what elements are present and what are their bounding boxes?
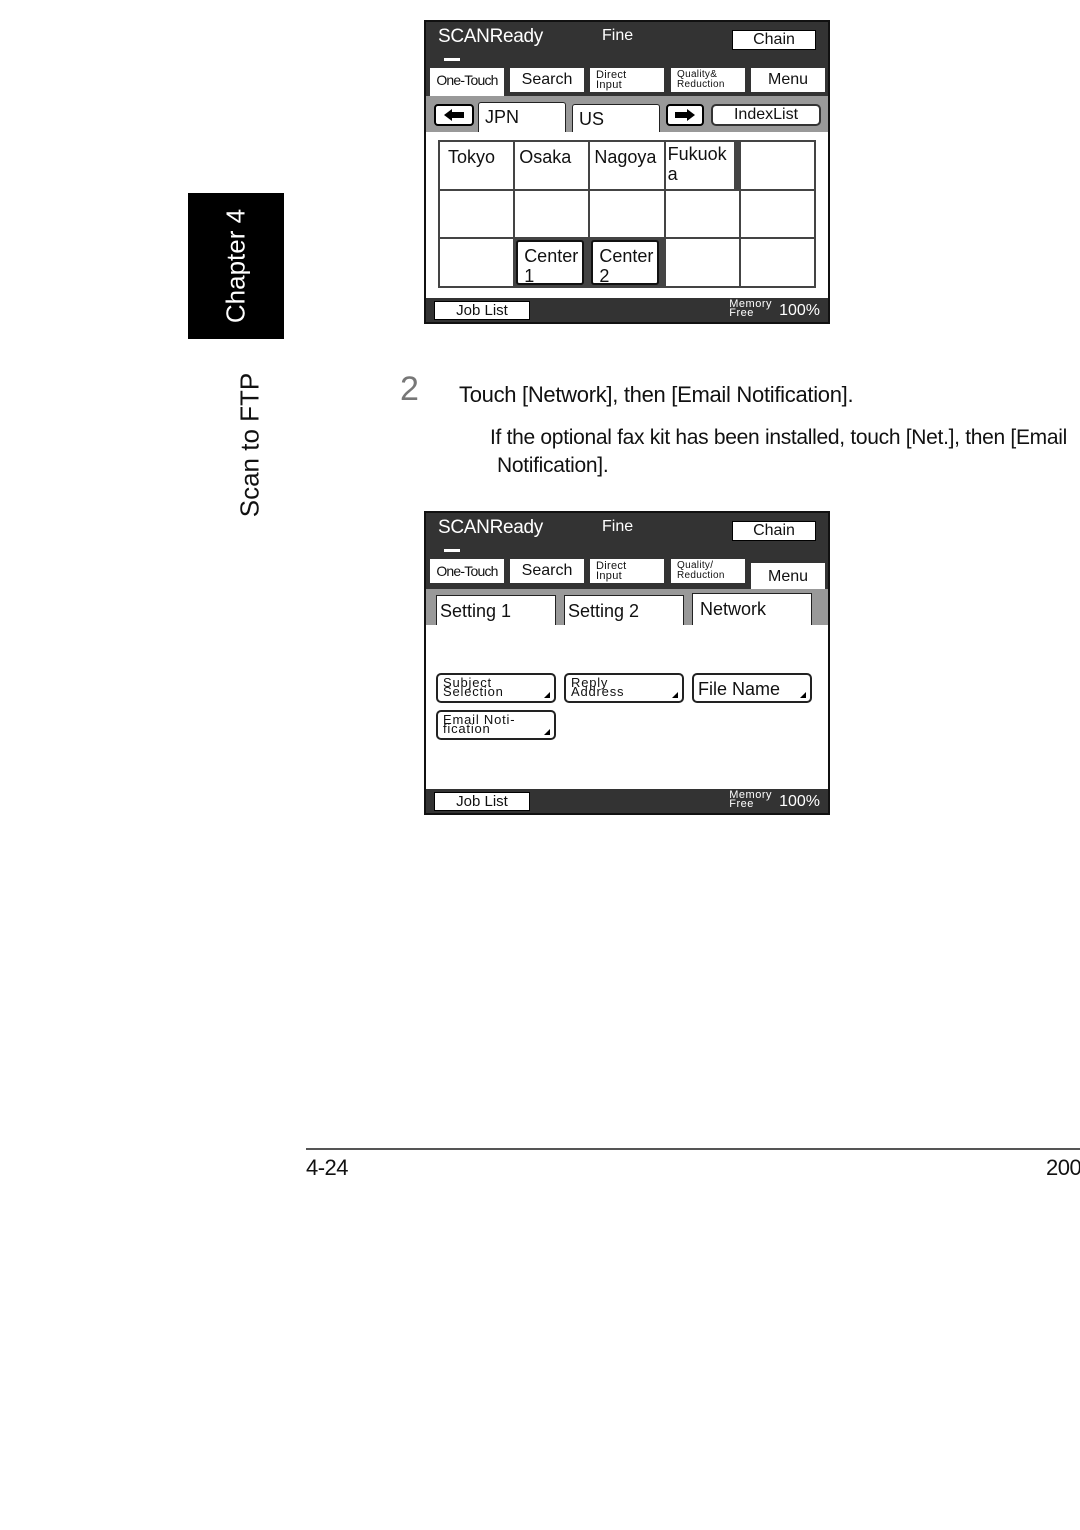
dest-cell-center-2[interactable]: Center 2 — [591, 240, 660, 285]
dest-cell[interactable]: Tokyo — [440, 142, 514, 189]
button-label: Email Noti- fication — [443, 713, 515, 735]
tab-setting-1[interactable]: Setting 1 — [436, 595, 556, 625]
screen-one-touch: SCANReady Fine Chain One-Touch Search Di… — [424, 20, 830, 324]
step-number: 2 — [400, 370, 419, 408]
tab-direct-input[interactable]: Direct Input — [590, 68, 664, 92]
status-quality: Fine — [602, 27, 634, 44]
label-line2: Address — [571, 684, 625, 699]
tab-quality-reduction[interactable]: Quality& Reduction — [671, 68, 745, 92]
tab-menu[interactable]: Menu — [751, 68, 825, 92]
dest-cell[interactable] — [590, 190, 664, 238]
status-mode: SCANReady — [438, 26, 544, 47]
status-indicator — [444, 58, 460, 61]
tab-network[interactable]: Network — [692, 593, 812, 627]
dest-cell[interactable]: Nagoya — [590, 142, 664, 189]
tab-one-touch[interactable]: One-Touch — [430, 68, 504, 96]
section-label: Scan to FTP — [200, 370, 300, 520]
dest-cell[interactable] — [740, 142, 814, 189]
status-indicator — [444, 549, 460, 552]
submenu-indicator-icon — [544, 692, 550, 698]
tab-label-line2: Input — [596, 79, 622, 91]
step-note: If the optional fax kit has been install… — [490, 424, 1080, 480]
status-row: SCANReady Fine Chain — [426, 513, 828, 557]
tab-direct-input[interactable]: Direct Input — [590, 559, 664, 583]
button-label: File Name — [698, 679, 781, 699]
dest-cell-center-1[interactable]: Center 1 — [516, 240, 585, 285]
submenu-indicator-icon — [800, 692, 806, 698]
button-label: Subject Selection — [443, 676, 504, 699]
chain-button[interactable]: Chain — [732, 521, 816, 541]
dest-cell[interactable]: Osaka — [515, 142, 589, 189]
footer-right-text: 200 — [1046, 1155, 1080, 1180]
footer-divider — [306, 1148, 1080, 1150]
job-list-button[interactable]: Job List — [434, 792, 530, 811]
dest-tab-jpn[interactable]: JPN — [478, 102, 566, 134]
chapter-tab: Chapter 4 — [188, 193, 284, 339]
tab-label-line2: Reduction — [677, 570, 725, 581]
chain-button[interactable]: Chain — [732, 30, 816, 50]
arrow-right-icon — [675, 109, 695, 121]
dest-cell[interactable] — [740, 239, 814, 286]
screen-network-menu: SCANReady Fine Chain One-Touch Search Di… — [424, 511, 830, 815]
next-button[interactable] — [666, 104, 704, 126]
tab-label-line2: Reduction — [677, 79, 725, 90]
label-line2: Selection — [443, 684, 504, 699]
dest-cell[interactable] — [665, 239, 739, 286]
network-settings-area — [426, 625, 828, 789]
dest-cell[interactable] — [515, 190, 589, 238]
memory-free-percent: 100% — [779, 302, 820, 319]
tab-quality-reduction[interactable]: Quality/ Reduction — [671, 559, 745, 583]
dest-cell[interactable] — [440, 239, 514, 286]
step-instruction: Touch [Network], then [Email Notificatio… — [459, 382, 854, 407]
file-name-button[interactable]: File Name — [692, 673, 812, 703]
dest-cell[interactable] — [665, 190, 739, 238]
button-label: Reply Address — [571, 676, 625, 699]
dest-cell[interactable]: Fukuoka — [665, 142, 734, 189]
arrow-left-icon — [444, 109, 464, 121]
tab-label-line2: Input — [596, 570, 622, 582]
bottom-bar: Job List Memory Free 100% — [426, 789, 828, 813]
submenu-indicator-icon — [672, 692, 678, 698]
status-row: SCANReady Fine Chain — [426, 22, 828, 66]
tab-search[interactable]: Search — [510, 559, 584, 583]
job-list-button[interactable]: Job List — [434, 301, 530, 320]
memory-label: Memory Free — [729, 299, 772, 319]
tab-setting-2[interactable]: Setting 2 — [564, 595, 684, 625]
tab-menu[interactable]: Menu — [751, 563, 825, 591]
email-notification-button[interactable]: Email Noti- fication — [436, 710, 556, 740]
status-quality: Fine — [602, 518, 634, 535]
reply-address-button[interactable]: Reply Address — [564, 673, 684, 703]
page-number: 4-24 — [306, 1155, 349, 1180]
destination-grid: Tokyo Osaka Nagoya Fukuoka Center 1 Cent… — [438, 140, 816, 288]
bottom-bar: Job List Memory Free 100% — [426, 298, 828, 322]
dest-cell[interactable] — [440, 190, 514, 238]
section-title: Scan to FTP — [234, 372, 265, 518]
note-line2: Notification]. — [497, 454, 609, 477]
dest-tab-us[interactable]: US — [572, 104, 660, 132]
tab-one-touch[interactable]: One-Touch — [430, 559, 504, 583]
prev-button[interactable] — [434, 104, 474, 126]
subject-selection-button[interactable]: Subject Selection — [436, 673, 556, 703]
submenu-indicator-icon — [544, 729, 550, 735]
note-line1: If the optional fax kit has been install… — [490, 426, 1067, 449]
dest-cell[interactable] — [740, 190, 814, 238]
memory-label: Memory Free — [729, 790, 772, 810]
memory-line2: Free — [729, 307, 754, 319]
memory-line2: Free — [729, 798, 754, 810]
tab-search[interactable]: Search — [510, 68, 584, 92]
memory-free-percent: 100% — [779, 793, 820, 810]
index-list-button[interactable]: IndexList — [711, 104, 821, 126]
chapter-label: Chapter 4 — [220, 208, 251, 324]
status-mode: SCANReady — [438, 517, 544, 538]
